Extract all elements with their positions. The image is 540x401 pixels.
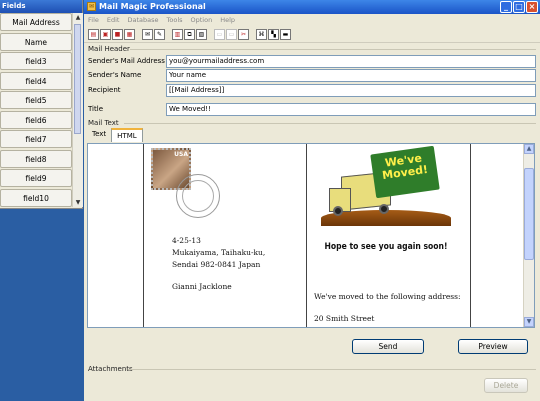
mail-text-divider xyxy=(124,123,536,124)
send-button[interactable]: Send xyxy=(352,339,424,354)
address-line-3: Sendai 982-0841 Japan xyxy=(172,260,261,269)
title-bar[interactable]: ✉ Mail Magic Professional _ □ × xyxy=(84,0,540,14)
tab-text[interactable]: Text xyxy=(87,128,111,141)
fields-scrollbar[interactable]: ▲ ▼ xyxy=(72,13,83,207)
moved-message: We've moved to the following address: xyxy=(314,292,461,301)
postmark-inner xyxy=(182,180,214,212)
field-button-field9[interactable]: field9 xyxy=(0,169,72,188)
send-icon[interactable]: ▬ xyxy=(280,28,291,40)
tab-html[interactable]: HTML xyxy=(111,128,143,142)
field-button-mail-address[interactable]: Mail Address xyxy=(0,13,72,31)
moved-sign-text: We've Moved! xyxy=(381,151,429,183)
main-window: ✉ Mail Magic Professional _ □ × File Edi… xyxy=(84,0,540,401)
preview-button[interactable]: Preview xyxy=(458,339,528,354)
close-button[interactable]: × xyxy=(526,1,538,13)
fields-panel: Fields Mail Address Name field3 field4 f… xyxy=(0,0,83,209)
mail-icon[interactable]: ✉ xyxy=(142,28,153,40)
window-title: Mail Magic Professional xyxy=(99,2,206,11)
sender-name-field[interactable]: Your name xyxy=(166,69,536,82)
minimize-button[interactable]: _ xyxy=(500,1,512,13)
copy-icon[interactable]: ⧉ xyxy=(184,28,195,40)
menu-database[interactable]: Database xyxy=(127,14,158,26)
maximize-button[interactable]: □ xyxy=(513,1,525,13)
field-button-field5[interactable]: field5 xyxy=(0,91,72,110)
html-page: USA 4-25-13 Mukaiyama, Taihaku-ku, Senda… xyxy=(88,144,524,327)
new-icon[interactable]: ▤ xyxy=(88,28,99,40)
mail-header-divider xyxy=(130,49,536,50)
scroll-thumb[interactable] xyxy=(74,24,81,134)
wheel-icon xyxy=(333,206,343,216)
sender-name-row: Sender's Name Your name xyxy=(88,69,536,82)
divider-line xyxy=(143,144,144,327)
recipient-label: Recipient xyxy=(88,86,121,94)
menu-edit[interactable]: Edit xyxy=(107,14,120,26)
scroll-down-icon[interactable]: ▼ xyxy=(524,317,534,327)
layout-icon[interactable]: ▚ xyxy=(268,28,279,40)
preview-scrollbar[interactable]: ▲ ▼ xyxy=(523,144,534,327)
delete-button[interactable]: Delete xyxy=(484,378,528,393)
field-button-field7[interactable]: field7 xyxy=(0,130,72,149)
field-button-name[interactable]: Name xyxy=(0,32,72,51)
field-button-field4[interactable]: field4 xyxy=(0,71,72,90)
recipient-field[interactable]: [[Mail Address]] xyxy=(166,84,536,97)
title-row: Title We Moved!! xyxy=(88,103,536,116)
sender-address-row: Sender's Mail Address you@yourmailaddres… xyxy=(88,55,536,68)
field-button-field6[interactable]: field6 xyxy=(0,110,72,129)
scroll-thumb[interactable] xyxy=(524,168,534,260)
wheel-icon xyxy=(379,204,389,214)
menu-file[interactable]: File xyxy=(88,14,99,26)
scroll-down-icon[interactable]: ▼ xyxy=(74,198,82,207)
import-icon[interactable]: ✎ xyxy=(154,28,165,40)
menu-tools[interactable]: Tools xyxy=(167,14,183,26)
address-line-2: Mukaiyama, Taihaku-ku, xyxy=(172,248,266,257)
field-button-field10[interactable]: field10 xyxy=(0,188,72,207)
address-line-1: 4-25-13 xyxy=(172,236,201,245)
mail-text-tabs: Text HTML xyxy=(87,128,143,142)
recipient-row: Recipient [[Mail Address]] xyxy=(88,84,536,97)
app-icon: ✉ xyxy=(87,2,96,11)
menu-help[interactable]: Help xyxy=(220,14,235,26)
mail-text-label: Mail Text xyxy=(88,119,119,127)
sender-address-field[interactable]: you@yourmailaddress.com xyxy=(166,55,536,68)
menu-bar: File Edit Database Tools Option Help xyxy=(84,14,540,26)
sender-name-label: Sender's Name xyxy=(88,71,142,79)
export-icon[interactable]: ▥ xyxy=(172,28,183,40)
settings-icon[interactable]: ⌘ xyxy=(256,28,267,40)
sender-name-text: Gianni Jacklone xyxy=(172,282,232,291)
print-icon[interactable]: ▦ xyxy=(124,28,135,40)
street-text: 20 Smith Street xyxy=(314,314,375,323)
open-icon[interactable]: ▣ xyxy=(100,28,111,40)
tools-icon[interactable]: ✂ xyxy=(238,28,249,40)
mail-header-label: Mail Header xyxy=(88,45,130,53)
html-preview-pane[interactable]: USA 4-25-13 Mukaiyama, Taihaku-ku, Senda… xyxy=(87,143,535,328)
sender-address-label: Sender's Mail Address xyxy=(88,57,165,65)
hope-text: Hope to see you again soon! xyxy=(324,242,448,252)
toolbar: ▤ ▣ ■ ▦ ✉ ✎ ▥ ⧉ ▧ ▭ ▭ ✂ ⌘ ▚ ▬ xyxy=(84,26,540,43)
save-icon[interactable]: ■ xyxy=(112,28,123,40)
divider-line xyxy=(306,144,307,327)
moved-sign: We've Moved! xyxy=(370,145,440,199)
field-button-field3[interactable]: field3 xyxy=(0,52,72,71)
attachments-label: Attachments xyxy=(88,365,133,373)
divider-line xyxy=(470,144,471,327)
table-icon[interactable]: ▭ xyxy=(214,28,225,40)
grid-icon[interactable]: ▭ xyxy=(226,28,237,40)
paste-icon[interactable]: ▧ xyxy=(196,28,207,40)
fields-list: Mail Address Name field3 field4 field5 f… xyxy=(0,13,72,208)
attachments-divider xyxy=(128,369,536,370)
fields-panel-title: Fields xyxy=(0,0,82,13)
moving-truck-image: We've Moved! xyxy=(321,145,451,240)
field-button-field8[interactable]: field8 xyxy=(0,149,72,168)
scroll-up-icon[interactable]: ▲ xyxy=(74,13,82,22)
title-label: Title xyxy=(88,105,104,113)
scroll-up-icon[interactable]: ▲ xyxy=(524,144,534,154)
menu-option[interactable]: Option xyxy=(191,14,213,26)
title-field[interactable]: We Moved!! xyxy=(166,103,536,116)
stamp-label: USA xyxy=(174,151,188,158)
